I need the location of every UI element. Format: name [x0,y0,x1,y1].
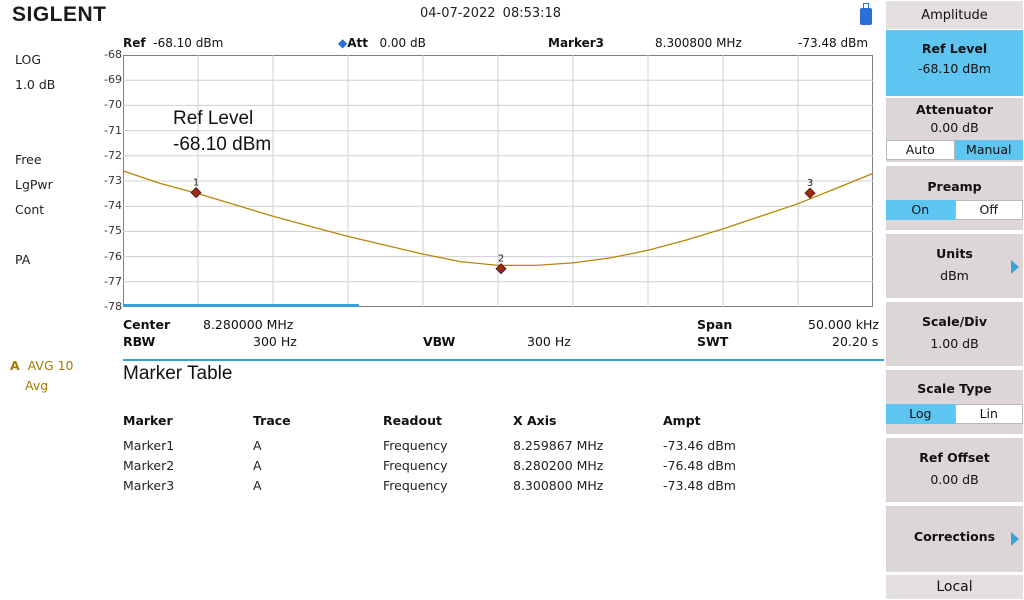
ref-overlay-value: -68.10 dBm [173,134,272,155]
mt-header-trace: Trace [253,413,291,428]
chevron-right-icon [1011,260,1019,274]
center-value: 8.280000 MHz [203,317,294,332]
attenuator-manual-option[interactable]: Manual [954,140,1023,160]
brand-logo: SIGLENT [12,3,107,26]
att-header: ◆Att 0.00 dB [338,36,426,50]
swt-value: 20.20 s [832,334,879,349]
preamp-on-option[interactable]: On [886,200,955,220]
y-tick-label: -69 [104,73,122,87]
scale-div-indicator: 1.0 dB [15,77,56,92]
y-tick-label: -75 [104,224,122,238]
units-button[interactable]: Units dBm [886,234,1023,298]
y-tick-label: -68 [104,48,122,61]
active-marker-label: Marker3 [548,36,605,50]
table-row-cell: 8.300800 MHz [513,478,604,493]
center-label: Center [123,317,171,332]
y-tick-label: -73 [104,174,122,187]
table-row-cell: A [253,458,262,473]
table-row-cell: Marker1 [123,438,175,453]
table-row-cell: Frequency [383,478,448,493]
attenuator-button[interactable]: Attenuator 0.00 dB Auto Manual [886,98,1023,162]
ref-header: Ref -68.10 dBm [123,36,224,50]
datetime: 04-07-2022 08:53:18 [420,6,562,21]
marker-table-title: Marker Table [123,363,233,384]
table-row-cell: -73.48 dBm [663,478,736,493]
span-value: 50.000 kHz [808,317,879,332]
marker-2-label: 2 [498,254,504,265]
trace-info: A AVG 10 Avg [10,356,74,396]
mt-header-xaxis: X Axis [513,413,557,428]
softkey-panel: Amplitude Ref Level -68.10 dBm Attenuato… [885,0,1024,600]
table-row-cell: Frequency [383,458,448,473]
marker-1-label: 1 [193,178,199,189]
ref-level-button[interactable]: Ref Level -68.10 dBm [886,30,1023,96]
corrections-button[interactable]: Corrections [886,506,1023,572]
y-tick-label: -70 [104,98,122,112]
scale-type-lin-option[interactable]: Lin [954,404,1023,424]
y-tick-label: -74 [104,199,122,213]
chevron-right-icon [1011,532,1019,546]
table-row-cell: Marker2 [123,458,175,473]
ref-overlay-title: Ref Level [173,108,254,129]
y-tick-label: -77 [104,274,122,288]
panel-title: Amplitude [886,1,1023,29]
table-row-cell: -76.48 dBm [663,458,736,473]
diamond-icon: ◆ [338,36,348,50]
sweep-indicator: Cont [15,202,45,217]
preamp-off-option[interactable]: Off [954,200,1023,220]
divider [123,359,884,361]
ref-offset-button[interactable]: Ref Offset 0.00 dB [886,438,1023,502]
table-row-cell: -73.46 dBm [663,438,736,453]
trigger-indicator: Free [15,152,42,167]
avg-count: AVG 10 [27,358,74,373]
span-label: Span [697,317,733,332]
table-row-cell: A [253,478,262,493]
y-tick-label: -76 [104,249,122,263]
table-row-cell: Marker3 [123,478,175,493]
trace-mode: Avg [25,378,49,393]
active-marker-freq: 8.300800 MHz [655,36,742,50]
table-row-cell: A [253,438,262,453]
scale-type-indicator: LOG [15,52,42,67]
ref-level-overlay: Ref Level -68.10 dBm [173,106,271,158]
table-row-cell: Frequency [383,438,448,453]
vbw-label: VBW [423,334,456,349]
mt-header-readout: Readout [383,413,442,428]
scale-div-button[interactable]: Scale/Div 1.00 dB [886,302,1023,366]
usb-icon [860,3,872,25]
table-row-cell: 8.280200 MHz [513,458,604,473]
y-tick-label: -71 [104,123,122,137]
rbw-value: 300 Hz [253,334,297,349]
scale-type-log-option[interactable]: Log [886,404,955,424]
mt-header-marker: Marker [123,413,173,428]
attenuator-auto-option[interactable]: Auto [886,140,955,160]
y-tick-label: -78 [104,300,122,313]
preamp-button[interactable]: Preamp On Off [886,166,1023,230]
mt-header-ampt: Ampt [663,413,701,428]
local-button[interactable]: Local [886,575,1023,599]
sweep-progress-bar [123,304,359,307]
table-row-cell: 8.259867 MHz [513,438,604,453]
active-marker-ampt: -73.48 dBm [798,36,869,50]
vbw-value: 300 Hz [527,334,571,349]
spectrum-graph[interactable]: 1 2 3 [123,55,873,307]
y-tick-label: -72 [104,148,122,162]
detector-indicator: LgPwr [15,177,53,192]
marker-3-label: 3 [807,178,813,189]
swt-label: SWT [697,334,729,349]
rbw-label: RBW [123,334,156,349]
scale-type-button[interactable]: Scale Type Log Lin [886,370,1023,434]
trace-letter: A [10,358,20,373]
preamp-indicator: PA [15,252,31,267]
